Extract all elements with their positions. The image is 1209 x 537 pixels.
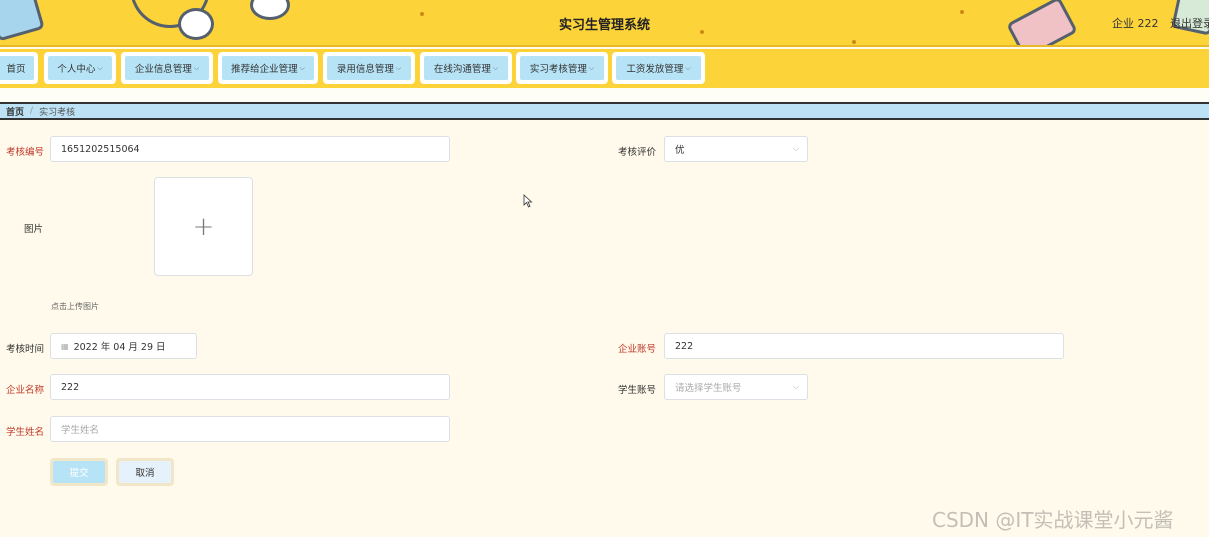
upload-hint: 点击上传图片 [51,302,99,311]
rating-select[interactable]: 优 ⌵ [664,136,808,162]
student-name-label: 学生姓名 [6,427,45,438]
app-header: 实习生管理系统 企业 222 退出登录 [0,0,1209,47]
company-name-label: 企业名称 [6,385,45,396]
image-uploader[interactable]: + [154,177,253,276]
exam-no-label: 考核编号 [6,147,45,158]
nav-label: 首页 [6,64,26,75]
image-label: 图片 [24,224,44,235]
nav-item-salary[interactable]: 工资发放管理 ⌵ [612,52,705,84]
company-name-input[interactable]: 222 [50,374,450,400]
nav-item-home[interactable]: 首页 [0,52,38,84]
nav-label: 在线沟通管理 [433,64,491,75]
nav-label: 工资发放管理 [626,64,684,75]
nav-item-chat[interactable]: 在线沟通管理 ⌵ [420,52,512,84]
nav-label: 个人中心 [57,64,96,75]
student-account-placeholder: 请选择学生账号 [675,383,742,394]
app-title: 实习生管理系统 [558,18,650,33]
exam-time-picker[interactable]: ▦ 2022 年 04 月 29 日 [50,333,197,359]
logout-link[interactable]: 退出登录 [1170,15,1209,31]
chevron-down-icon: ⌵ [97,63,103,72]
company-account-label: 企业账号 [618,344,657,355]
student-name-input[interactable]: 学生姓名 [50,416,450,442]
rating-label: 考核评价 [618,147,657,158]
chevron-down-icon: ⌵ [792,144,799,153]
exam-no-input[interactable]: 1651202515064 [50,136,450,162]
main-nav: 首页 个人中心 ⌵ 企业信息管理 ⌵ 推荐给企业管理 ⌵ 录用信息管理 ⌵ 在线沟通管理… [0,49,1209,88]
chevron-down-icon: ⌵ [492,63,499,72]
breadcrumb-separator: / [30,106,34,116]
nav-item-recommend[interactable]: 推荐给企业管理 ⌵ [218,52,318,84]
chevron-down-icon: ⌵ [792,382,799,391]
calendar-icon: ▦ [61,341,69,351]
submit-button[interactable]: 提交 [50,458,108,486]
cancel-button[interactable]: 取消 [116,458,174,486]
nav-label: 录用信息管理 [336,64,394,75]
mouse-cursor-icon [523,194,533,208]
plus-icon: + [192,211,215,242]
exam-time-label: 考核时间 [6,344,45,355]
exam-time-value: 2022 年 04 月 29 日 [73,342,166,353]
breadcrumb: 首页 / 实习考核 [0,102,1209,120]
chevron-down-icon: ⌵ [685,63,691,72]
company-name-value: 222 [61,381,80,393]
student-account-label: 学生账号 [618,385,657,396]
student-name-placeholder: 学生姓名 [61,425,100,436]
chevron-down-icon: ⌵ [588,63,595,72]
student-account-select[interactable]: 请选择学生账号 ⌵ [664,374,808,400]
watermark: CSDN @IT实战课堂小元酱 [932,508,1174,532]
nav-label: 企业信息管理 [134,64,192,75]
breadcrumb-home[interactable]: 首页 [6,105,24,118]
nav-label: 实习考核管理 [529,64,587,75]
nav-item-hiring[interactable]: 录用信息管理 ⌵ [323,52,415,84]
company-account-input[interactable]: 222 [664,333,1064,359]
exam-no-value: 1651202515064 [61,143,140,155]
company-account-value: 222 [675,340,694,352]
current-user: 企业 222 [1112,17,1159,30]
nav-item-company-info[interactable]: 企业信息管理 ⌵ [121,52,213,84]
nav-item-profile[interactable]: 个人中心 ⌵ [44,52,116,84]
nav-label: 推荐给企业管理 [231,64,298,75]
submit-label: 提交 [69,468,89,479]
chevron-down-icon: ⌵ [395,63,402,72]
nav-spacer [0,88,1209,102]
nav-item-assessment[interactable]: 实习考核管理 ⌵ [516,52,608,84]
chevron-down-icon: ⌵ [299,63,305,72]
rating-value: 优 [675,145,685,156]
breadcrumb-current: 实习考核 [39,107,76,118]
cancel-label: 取消 [135,468,155,479]
chevron-down-icon: ⌵ [193,63,200,72]
decor-dot [852,40,856,44]
